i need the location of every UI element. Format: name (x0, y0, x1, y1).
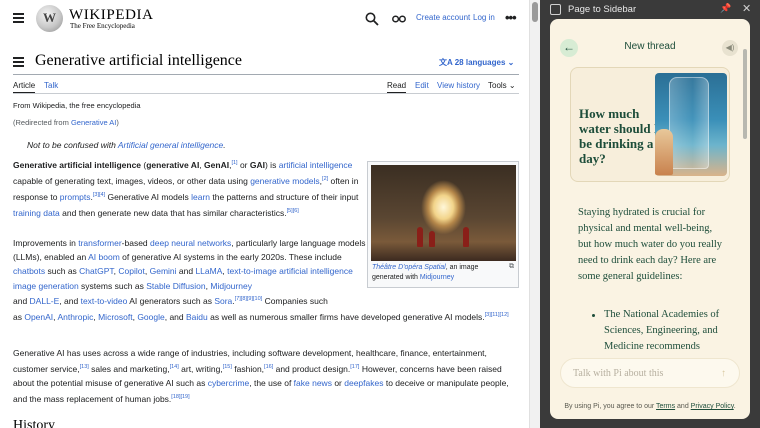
hamburger-icon[interactable] (13, 13, 24, 23)
footer-suffix: . (733, 403, 736, 410)
midjourney-link[interactable]: Midjourney (420, 274, 454, 281)
from-wikipedia-note: From Wikipedia, the free encyclopedia (13, 101, 141, 110)
search-icon[interactable] (365, 12, 379, 26)
back-arrow-icon[interactable]: ← (560, 39, 578, 57)
topic-title: How much water should I be drinking a da… (579, 106, 659, 166)
pi-chat-panel: New thread ← ◀) How much water should I … (550, 19, 750, 419)
chevron-down-icon: ⌄ (508, 81, 516, 90)
tab-read[interactable]: Read (387, 81, 407, 93)
sidebar-title: Page to Sidebar (568, 4, 637, 15)
theatre-opera-spatial-image[interactable] (371, 165, 516, 261)
new-thread-title: New thread (624, 41, 676, 52)
paragraph-improvements-cont: and DALL-E, and text-to-video AI generat… (13, 295, 509, 322)
thumbnail-figure: Théâtre D'opéra Spatial, an image genera… (367, 161, 519, 288)
caption-link[interactable]: Théâtre D'opéra Spatial (372, 264, 446, 271)
redirected-note: (Redirected from Generative AI) (13, 118, 119, 127)
hatnote-prefix: Not to be confused with (27, 140, 118, 150)
chat-input-placeholder: Talk with Pi about this (573, 368, 664, 379)
privacy-policy-link[interactable]: Privacy Policy (691, 403, 734, 410)
wikipedia-globe-logo[interactable] (36, 5, 63, 32)
login-link[interactable]: Log in (473, 13, 495, 22)
create-account-link[interactable]: Create account (416, 13, 470, 22)
tab-edit[interactable]: Edit (415, 81, 429, 90)
figure-silhouette (463, 227, 469, 247)
translate-icon: 文A (439, 58, 453, 67)
assistant-message: Staying hydrated is crucial for physical… (578, 207, 723, 282)
toc-icon[interactable] (13, 57, 24, 67)
speaker-icon[interactable]: ◀) (722, 40, 738, 56)
terms-footer: By using Pi, you agree to our Terms and … (560, 402, 740, 412)
title-divider (13, 74, 519, 75)
wiki-header: WIKIPEDIA The Free Encyclopedia Create a… (0, 0, 529, 37)
pi-sidebar: Page to Sidebar 📌 ✕ New thread ← ◀) How … (540, 0, 760, 428)
chat-scrollbar[interactable] (743, 49, 747, 139)
page-title: Generative artificial intelligence (35, 52, 242, 69)
bottle-shape (669, 77, 709, 169)
paragraph-applications: Generative AI has uses across a wide ran… (13, 348, 509, 405)
wiki-scrollbar[interactable] (529, 0, 540, 428)
footer-and: and (675, 403, 691, 410)
hatnote-link[interactable]: Artificial general intelligence (118, 140, 223, 150)
woman-figure (655, 129, 673, 175)
pin-icon[interactable]: 📌 (720, 3, 731, 14)
terms-link[interactable]: Terms (656, 403, 675, 410)
tab-view-history[interactable]: View history (437, 81, 480, 90)
wikipedia-page: WIKIPEDIA The Free Encyclopedia Create a… (0, 0, 529, 428)
redirected-suffix: ) (116, 118, 119, 127)
hatnote: Not to be confused with Artificial gener… (27, 140, 226, 150)
redirected-prefix: (Redirected from (13, 118, 71, 127)
tab-article[interactable]: Article (13, 81, 36, 93)
tab-talk[interactable]: Talk (44, 81, 58, 90)
send-arrow-icon[interactable]: ↑ (721, 368, 726, 379)
bullet-icon (592, 314, 595, 317)
chevron-down-icon: ⌄ (507, 58, 515, 67)
sidebar-app-icon (550, 4, 561, 15)
topic-card[interactable]: How much water should I be drinking a da… (570, 67, 730, 182)
figure-silhouette (417, 227, 423, 247)
thumbnail-caption: Théâtre D'opéra Spatial, an image genera… (372, 263, 502, 283)
figure-silhouette (429, 231, 435, 247)
tools-dropdown[interactable]: Tools ⌄ (488, 81, 516, 90)
languages-label: 28 languages (454, 58, 506, 67)
hatnote-suffix: . (223, 140, 226, 150)
more-icon[interactable]: ••• (505, 11, 517, 24)
tabs-divider (13, 93, 519, 94)
footer-prefix: By using Pi, you agree to our (564, 403, 657, 410)
glasses-icon[interactable] (392, 13, 406, 25)
chat-input[interactable]: Talk with Pi about this ↑ (560, 358, 740, 388)
water-bottle-illustration (655, 73, 727, 176)
site-tagline: The Free Encyclopedia (70, 22, 135, 30)
close-icon[interactable]: ✕ (742, 2, 751, 15)
tools-label: Tools (488, 81, 507, 90)
expand-icon[interactable]: ⧉ (509, 263, 514, 271)
languages-button[interactable]: 文A 28 languages ⌄ (439, 57, 514, 68)
history-heading: History (13, 418, 55, 428)
paragraph-improvements: Improvements in transformer-based deep n… (13, 238, 366, 291)
scrollbar-thumb[interactable] (532, 2, 538, 22)
redirect-source-link[interactable]: Generative AI (71, 118, 116, 127)
lead-paragraph: Generative artificial intelligence (gene… (13, 159, 359, 218)
